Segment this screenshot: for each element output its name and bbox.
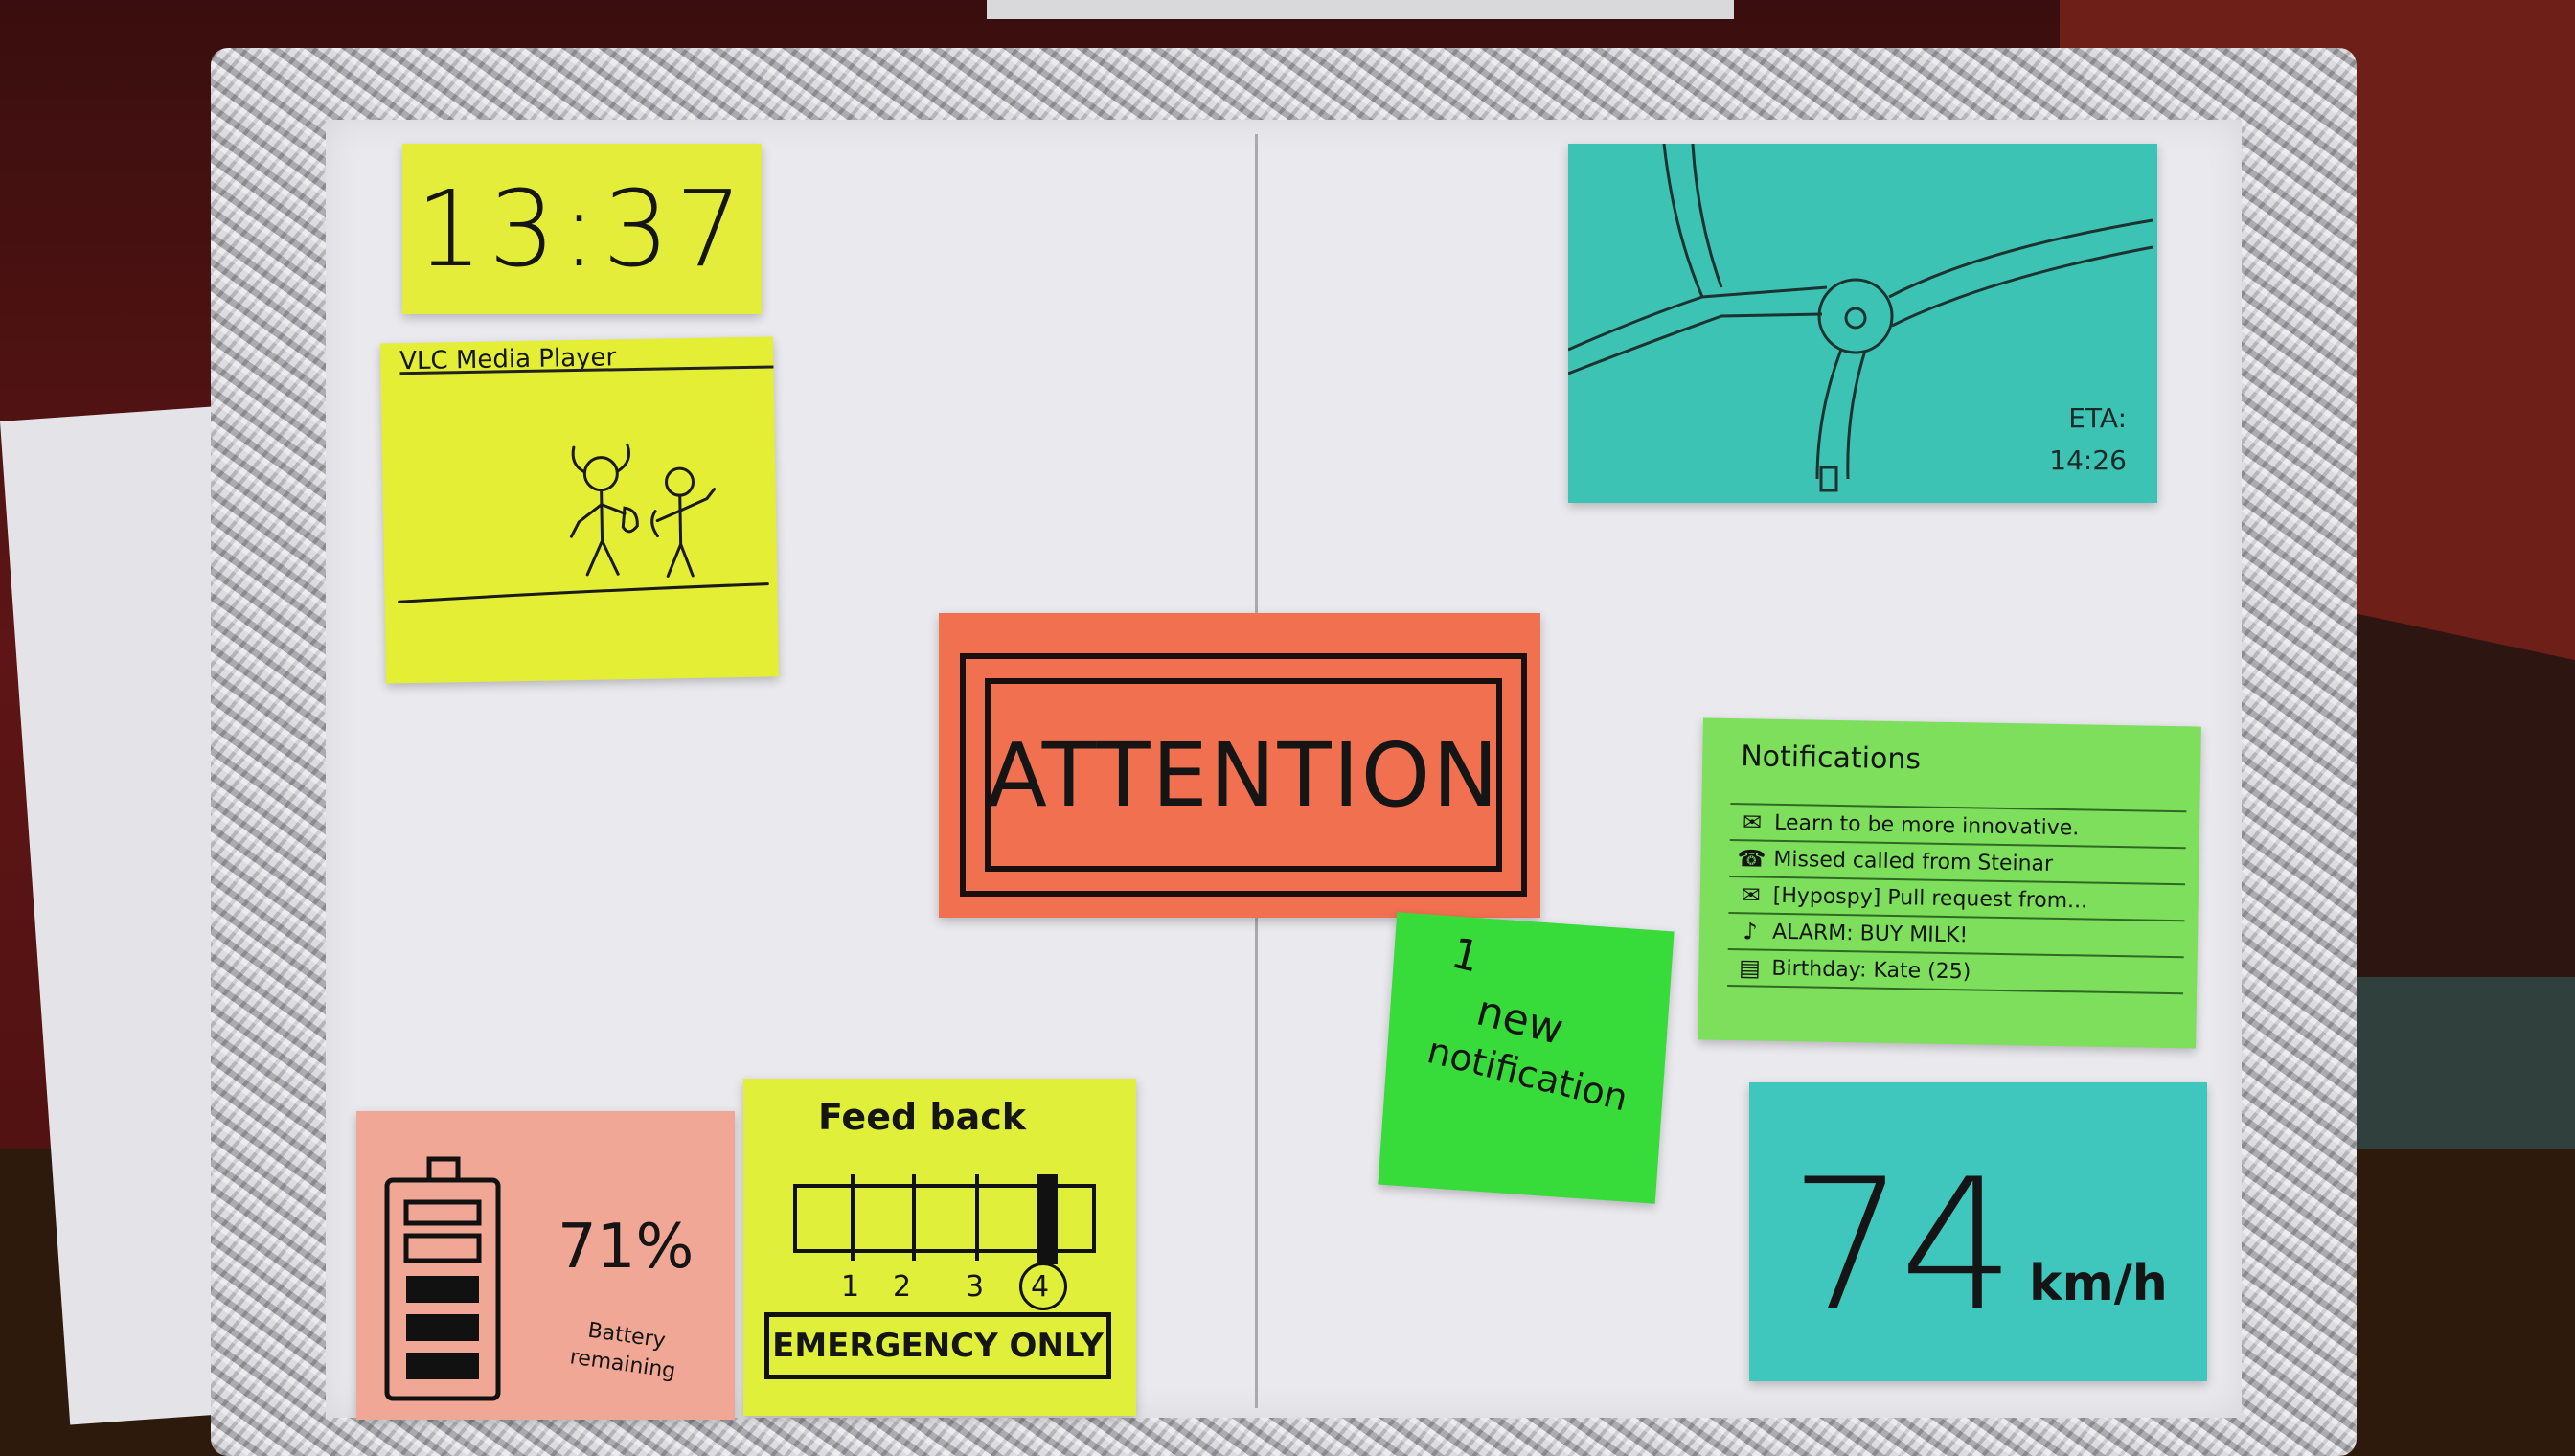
feedback-level-4[interactable]: 4 [1031,1270,1049,1304]
speed-unit: km/h [2029,1255,2168,1312]
notifications-panel[interactable]: Notifications ✉ Learn to be more innovat… [1698,717,2201,1049]
feedback-level-3[interactable]: 3 [966,1270,984,1304]
loose-paper-top [987,0,1734,19]
stick-figure [650,466,717,578]
notification-text: Birthday: Kate (25) [1771,956,1971,984]
new-notification-badge[interactable]: 1 new notification [1378,912,1675,1204]
road-west [1568,285,1828,352]
notification-text: Learn to be more innovative. [1773,810,2080,840]
attention-label: ATTENTION [986,723,1501,827]
battery-percent: 71% [558,1212,695,1283]
road-south [1815,349,1843,480]
attention-alert[interactable]: ATTENTION [939,613,1540,918]
speedometer-widget: 74 km/h [1749,1082,2207,1381]
emergency-only-button[interactable]: EMERGENCY ONLY [764,1312,1111,1379]
new-notification-text: 1 new notification [1423,928,1657,1123]
notification-text: Missed called from Steinar [1773,847,2054,876]
attention-border: ATTENTION [960,653,1527,897]
feedback-tick [975,1174,979,1261]
feedback-level-1[interactable]: 1 [841,1270,859,1304]
phone-icon: ☎ [1737,845,1766,873]
feedback-widget[interactable]: Feed back 1 2 3 4 EMERGENCY ONLY [743,1079,1136,1416]
battery-icon [384,1156,501,1401]
attention-inner-border: ATTENTION [985,678,1502,872]
map-navigation-widget[interactable]: ETA: 14:26 [1568,144,2157,503]
feedback-level-2[interactable]: 2 [893,1270,911,1304]
notifications-title: Notifications [1740,739,1922,777]
road-east [1888,218,2153,299]
feedback-tick [851,1174,855,1261]
notification-text: [Hypospy] Pull request from... [1772,883,2088,914]
clock-widget: 13:37 [402,144,762,314]
eta-display: ETA: 14:26 [2049,398,2127,482]
feedback-slider[interactable] [793,1174,1096,1264]
feedback-title: Feed back [818,1096,1027,1138]
battery-label: Battery remaining [536,1310,715,1391]
roundabout [1817,278,1894,354]
media-player-widget[interactable]: VLC Media Player [379,336,780,684]
envelope-icon: ✉ [1741,881,1762,909]
notification-text: ALARM: BUY MILK! [1771,920,1969,947]
video-ground-line [398,582,769,603]
notification-item[interactable]: ▤ Birthday: Kate (25) [1727,947,2184,995]
battery-widget: 71% Battery remaining [356,1111,735,1420]
viking-figure [569,443,639,577]
envelope-icon: ✉ [1742,808,1763,836]
vehicle-position-marker [1819,466,1838,492]
feedback-slider-handle[interactable] [1037,1174,1058,1264]
alarm-bell-icon: ♪ [1743,918,1758,945]
clock-time: 13:37 [415,168,748,290]
media-video-frame[interactable] [380,336,779,683]
road-north-a [1662,144,1704,298]
eta-label: ETA: [2068,402,2127,434]
speed-value: 74 [1789,1140,2016,1352]
eta-time: 14:26 [2049,444,2127,476]
gift-icon: ▤ [1738,954,1762,982]
feedback-tick [912,1174,916,1261]
